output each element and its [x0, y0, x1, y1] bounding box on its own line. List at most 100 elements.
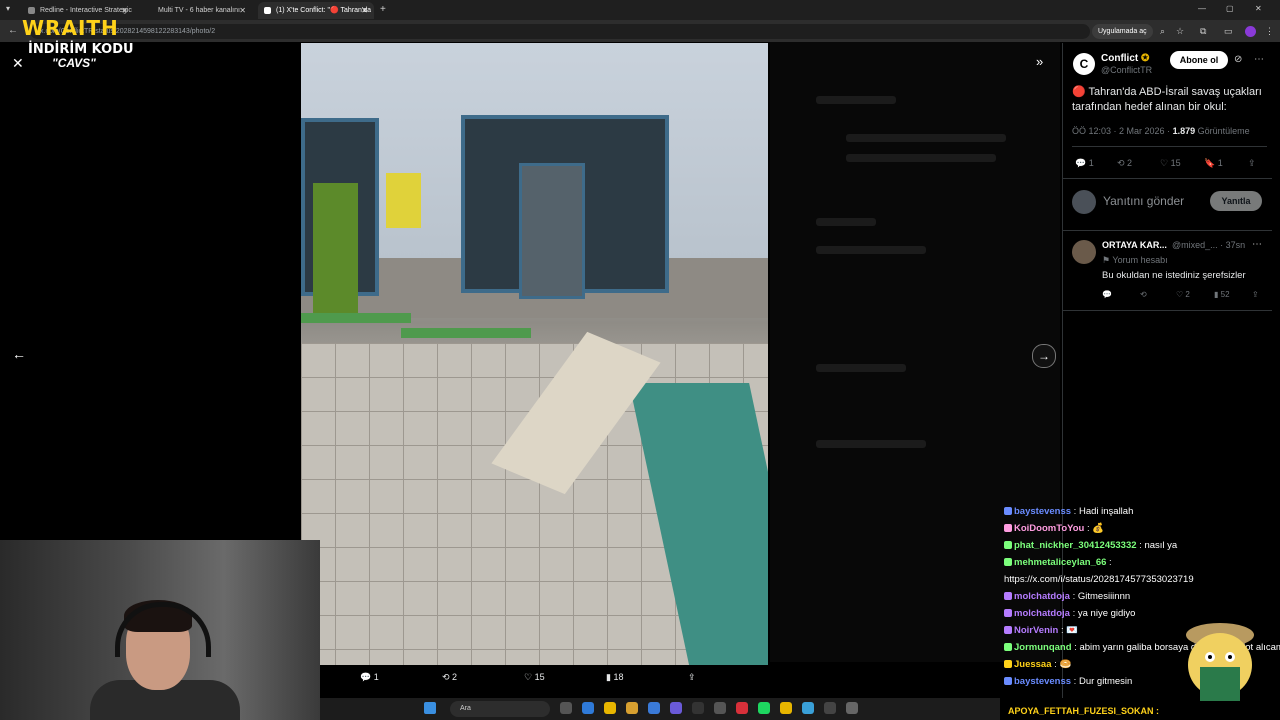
tweet-view-count: 1.879: [1172, 126, 1196, 136]
taskbar-search[interactable]: Ara: [450, 701, 550, 717]
retweet-stat[interactable]: ⟲ 2: [1117, 158, 1132, 169]
close-window-icon[interactable]: ✕: [1255, 5, 1262, 13]
reply-share-action[interactable]: ⇪: [1252, 290, 1259, 299]
reply-views-action[interactable]: ▮ 52: [1214, 290, 1230, 299]
reply-input[interactable]: Yanıtını gönder: [1103, 194, 1184, 208]
blurred-text: [846, 154, 996, 162]
close-viewer-icon[interactable]: ✕: [12, 55, 24, 72]
reply-stat[interactable]: 💬 1: [1075, 158, 1094, 169]
photo-reply-action[interactable]: 💬 1: [360, 672, 379, 683]
back-icon[interactable]: ←: [8, 26, 18, 36]
author-avatar[interactable]: C: [1073, 53, 1095, 75]
app-icon[interactable]: [692, 702, 704, 714]
chat-username[interactable]: Jormunqand: [1014, 642, 1072, 653]
blurred-text: [816, 246, 926, 254]
chat-badge-icon: [1004, 677, 1012, 685]
app-icon[interactable]: [670, 702, 682, 714]
chat-username[interactable]: mehmetaliceylan_66: [1014, 557, 1106, 568]
spotify-icon[interactable]: [758, 702, 770, 714]
chat-username[interactable]: molchatdoja: [1014, 591, 1070, 602]
reply-author-name[interactable]: ORTAYA KAR...: [1102, 240, 1167, 250]
profile-avatar[interactable]: [1245, 26, 1256, 37]
tweet-text: 🔴 Tahran'da ABD-İsrail savaş uçakları ta…: [1072, 86, 1262, 113]
open-in-app-chip[interactable]: Uygulamada aç: [1092, 24, 1153, 39]
new-tab-icon[interactable]: +: [380, 5, 386, 15]
reply-author-handle[interactable]: @mixed_... · 37sn: [1172, 240, 1245, 250]
reply-reply-action[interactable]: 💬: [1102, 290, 1112, 299]
reply-like-action[interactable]: ♡ 2: [1176, 290, 1190, 299]
chat-message: phat_nickher_30412453332 : nasıl ya: [1004, 537, 1280, 554]
chat-username[interactable]: baystevenss: [1014, 506, 1071, 517]
author-name[interactable]: Conflict ✪: [1101, 53, 1149, 64]
chrome-icon[interactable]: [604, 702, 616, 714]
bookmark-stat[interactable]: 🔖 1: [1204, 158, 1223, 169]
webcam-feed: [0, 540, 320, 720]
expand-panel-icon[interactable]: »: [1036, 54, 1043, 69]
app-icon[interactable]: [824, 702, 836, 714]
photo-share-action[interactable]: ⇪: [688, 672, 696, 683]
bookmark-star-icon[interactable]: ☆: [1176, 27, 1184, 36]
sponsor-brand: WRAITH: [22, 16, 119, 40]
file-explorer-icon[interactable]: [626, 702, 638, 714]
more-options-icon[interactable]: ⋯: [1254, 55, 1264, 65]
promo-line: İNDİRİM KODU: [28, 42, 134, 57]
share-icon[interactable]: ⇪: [1248, 158, 1256, 169]
tab-multitv[interactable]: Multi TV - 6 haber kanalını ✕: [140, 2, 252, 19]
chat-username[interactable]: phat_nickher_30412453332: [1014, 540, 1137, 551]
chrome-icon[interactable]: [780, 702, 792, 714]
close-tab-icon[interactable]: ✕: [121, 2, 128, 19]
app-icon[interactable]: [648, 702, 660, 714]
tweet-meta: ÖÖ 12:03 · 2 Mar 2026 · 1.879 Görüntülem…: [1072, 126, 1250, 136]
maximize-icon[interactable]: ▢: [1226, 5, 1234, 13]
reply-author-avatar[interactable]: [1072, 240, 1096, 264]
menu-kebab-icon[interactable]: ⋮: [1265, 27, 1274, 36]
tweet-timestamp[interactable]: ÖÖ 12:03 · 2 Mar 2026 ·: [1072, 126, 1170, 136]
chat-text: Hadi inşallah: [1078, 506, 1134, 517]
divider: [1072, 146, 1267, 147]
reply-more-icon[interactable]: ⋯: [1252, 240, 1262, 250]
task-view-icon[interactable]: [560, 702, 572, 714]
chat-text: Dur gitmesin: [1078, 676, 1133, 687]
sidepanel-icon[interactable]: ▭: [1224, 27, 1233, 36]
zoom-icon[interactable]: ⌕: [1160, 27, 1165, 36]
minimize-icon[interactable]: —: [1198, 5, 1206, 13]
tweet-photo[interactable]: [301, 43, 768, 665]
chat-username[interactable]: NoirVenin: [1014, 625, 1058, 636]
tab-list-icon[interactable]: ▾: [6, 5, 10, 13]
like-stat[interactable]: ♡ 15: [1160, 158, 1181, 169]
photo-retweet-action[interactable]: ⟲ 2: [442, 672, 457, 683]
extensions-icon[interactable]: ⧉: [1200, 27, 1206, 36]
photo-like-action[interactable]: ♡ 15: [524, 672, 545, 683]
previous-photo-icon[interactable]: ←: [12, 346, 26, 362]
app-icon[interactable]: [802, 702, 814, 714]
chat-username[interactable]: molchatdoja: [1014, 608, 1070, 619]
photo-views-action[interactable]: ▮ 18: [606, 672, 623, 683]
reply-button[interactable]: Yanıtla: [1210, 191, 1262, 211]
blurred-text: [846, 134, 1006, 142]
current-user-avatar: [1072, 190, 1096, 214]
url-field[interactable]: x.com/ConflictTR/status/2028214598122283…: [30, 24, 1090, 39]
chat-username[interactable]: baystevenss: [1014, 676, 1071, 687]
app-icon[interactable]: [736, 702, 748, 714]
author-handle[interactable]: @ConflictTR: [1101, 65, 1152, 75]
tab-x-conflict[interactable]: (1) X'te Conflict: "🔴 Tahran'da ✕: [258, 2, 374, 19]
windows-start-icon[interactable]: [424, 702, 436, 714]
chat-text: 🥯: [1059, 659, 1072, 670]
next-photo-icon[interactable]: →: [1032, 344, 1056, 368]
chat-badge-icon: [1004, 507, 1012, 515]
like-count: 15: [534, 672, 545, 682]
photo-poster: [386, 173, 421, 228]
reply-retweet-action[interactable]: ⟲: [1140, 290, 1147, 299]
app-icon[interactable]: [714, 702, 726, 714]
chat-username[interactable]: KoiDoomToYou: [1014, 523, 1084, 534]
grok-icon[interactable]: ⊘: [1234, 55, 1242, 65]
close-tab-icon[interactable]: ✕: [239, 2, 246, 19]
chat-username[interactable]: Juessaa: [1014, 659, 1052, 670]
tab-label: (1) X'te Conflict: "🔴 Tahran'da: [276, 7, 372, 14]
app-icon[interactable]: [846, 702, 858, 714]
edge-icon[interactable]: [582, 702, 594, 714]
chat-badge-icon: [1004, 660, 1012, 668]
retweet-count: 2: [452, 672, 458, 682]
follow-button[interactable]: Abone ol: [1170, 51, 1228, 69]
close-tab-icon[interactable]: ✕: [361, 2, 368, 19]
